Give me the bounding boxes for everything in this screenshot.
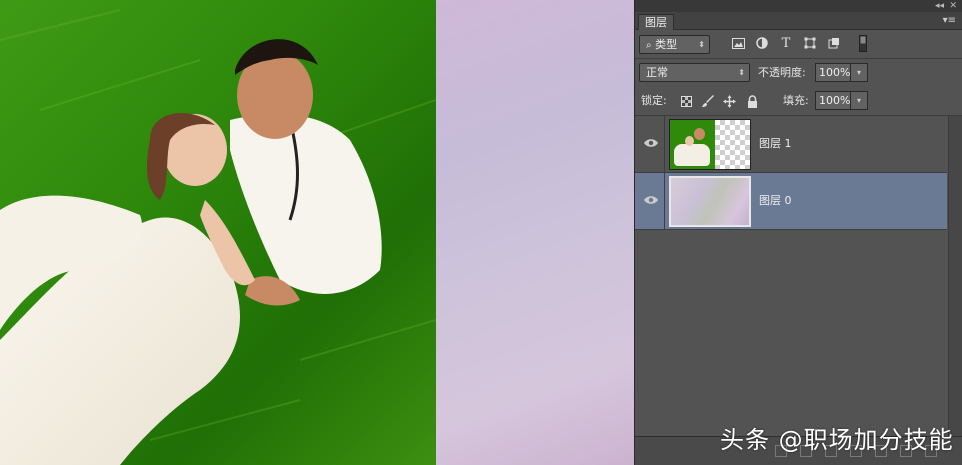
blend-mode-label: 正常 — [646, 66, 668, 79]
filter-type-select[interactable]: ⌕ 类型 ⬍ — [639, 35, 710, 54]
visibility-toggle[interactable] — [635, 173, 665, 230]
visibility-toggle[interactable] — [635, 116, 665, 173]
layer-name[interactable]: 图层 1 — [759, 135, 792, 153]
adjust-filter-icon[interactable] — [754, 35, 770, 51]
layers-scrollbar[interactable] — [948, 116, 962, 436]
layer-thumbnail — [669, 176, 751, 227]
filter-type-label: 类型 — [655, 38, 678, 51]
shape-filter-icon[interactable] — [802, 35, 818, 51]
opacity-input[interactable]: 100% — [815, 63, 851, 82]
search-icon: ⌕ — [646, 40, 652, 51]
opacity-label: 不透明度: — [758, 66, 806, 79]
wedding-photo — [0, 0, 436, 465]
smart-filter-icon[interactable] — [826, 35, 842, 51]
eye-icon — [644, 196, 658, 204]
layer-list: 图层 1 图层 0 — [635, 116, 947, 436]
updown-arrow-icon: ⬍ — [738, 68, 745, 77]
image-filter-icon[interactable] — [730, 35, 746, 51]
filter-toggle-icon[interactable] — [859, 34, 867, 52]
filter-row: ⌕ 类型 ⬍ T — [635, 34, 962, 55]
transparency-checker — [714, 120, 750, 169]
collapse-icon[interactable]: ◂◂ — [935, 0, 944, 12]
photo-illustration — [0, 9, 436, 465]
updown-arrow-icon: ⬍ — [698, 40, 705, 49]
blend-mode-select[interactable]: 正常 ⬍ — [639, 63, 750, 82]
panel-title-bar: ◂◂ ✕ — [635, 0, 962, 12]
gradient-background — [436, 0, 634, 465]
lock-icon[interactable] — [744, 93, 760, 109]
photo-thumbnail — [670, 120, 715, 169]
fill-label: 填充: — [783, 94, 809, 107]
eye-icon — [644, 139, 658, 147]
watermark-text: 头条 @职场加分技能 — [720, 426, 954, 454]
move-icon[interactable] — [721, 93, 737, 109]
panel-menu-icon[interactable]: ▾≡ — [943, 15, 956, 27]
layers-panel: ◂◂ ✕ 图层 ▾≡ ⌕ 类型 ⬍ T 正常 ⬍ 不透明度: 100% ▾ 锁定… — [634, 0, 962, 465]
layer-name[interactable]: 图层 0 — [759, 192, 792, 210]
layer-row-0[interactable]: 图层 0 — [635, 173, 947, 230]
fill-input[interactable]: 100% — [815, 91, 851, 110]
panel-tab-bar: 图层 ▾≡ — [635, 12, 962, 30]
layer-thumbnail — [669, 119, 751, 170]
lock-transparent-icon[interactable] — [678, 93, 694, 109]
brush-icon[interactable] — [700, 93, 716, 109]
fill-dropdown[interactable]: ▾ — [851, 91, 868, 110]
tab-layers[interactable]: 图层 — [638, 14, 674, 30]
opacity-dropdown[interactable]: ▾ — [851, 63, 868, 82]
separator — [635, 58, 962, 59]
blend-row: 正常 ⬍ 不透明度: 100% ▾ — [635, 63, 962, 83]
lock-label: 锁定: — [641, 94, 667, 107]
layer-row-1[interactable]: 图层 1 — [635, 116, 947, 173]
type-filter-icon[interactable]: T — [778, 35, 794, 51]
lock-row: 锁定: 填充: 100% ▾ — [635, 91, 962, 111]
document-canvas[interactable] — [0, 0, 634, 465]
close-icon[interactable]: ✕ — [949, 0, 957, 12]
